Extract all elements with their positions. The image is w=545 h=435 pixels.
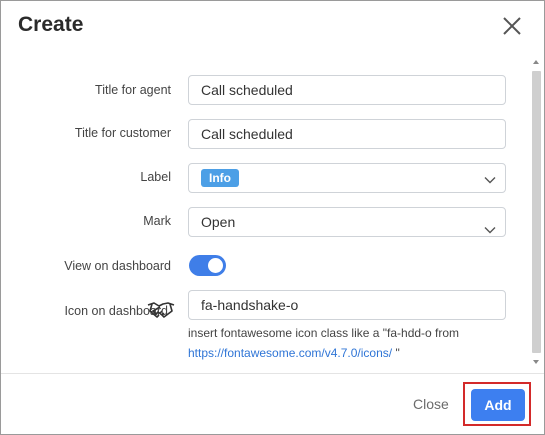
icon-help-text: insert fontawesome icon class like a "fa… xyxy=(188,323,518,363)
create-dialog: Create Title for agent Call scheduled Ti… xyxy=(0,0,545,435)
title-agent-input[interactable]: Call scheduled xyxy=(188,75,506,105)
label-select[interactable]: Info xyxy=(188,163,506,193)
label-field-label: Label xyxy=(140,170,171,184)
title-customer-label: Title for customer xyxy=(74,126,171,140)
scroll-thumb[interactable] xyxy=(532,71,541,353)
close-icon[interactable] xyxy=(499,13,525,39)
title-agent-label: Title for agent xyxy=(95,83,171,97)
dialog-body: Title for agent Call scheduled Title for… xyxy=(1,53,544,371)
help-text: insert fontawesome icon class like a "fa… xyxy=(188,326,460,340)
icon-dashboard-input[interactable]: fa-handshake-o xyxy=(188,290,506,320)
dialog-title: Create xyxy=(18,13,84,36)
mark-selected-value: Open xyxy=(201,214,236,230)
scrollbar[interactable] xyxy=(529,53,543,371)
toggle-knob xyxy=(208,258,223,273)
view-dashboard-toggle[interactable] xyxy=(189,255,226,276)
help-suffix: " xyxy=(392,346,400,360)
chevron-down-icon xyxy=(484,217,496,234)
dialog-footer: Close Add xyxy=(1,373,544,435)
title-customer-input[interactable]: Call scheduled xyxy=(188,119,506,149)
dialog-header: Create xyxy=(1,1,544,53)
info-badge: Info xyxy=(201,169,239,187)
view-dashboard-label: View on dashboard xyxy=(64,259,171,273)
close-button[interactable]: Close xyxy=(413,396,449,412)
fontawesome-link[interactable]: https://fontawesome.com/v4.7.0/icons/ xyxy=(188,346,392,360)
chevron-down-icon xyxy=(484,173,496,185)
mark-field-label: Mark xyxy=(143,214,171,228)
add-button[interactable]: Add xyxy=(471,389,525,421)
handshake-icon xyxy=(147,299,175,319)
mark-select[interactable]: Open xyxy=(188,207,506,237)
